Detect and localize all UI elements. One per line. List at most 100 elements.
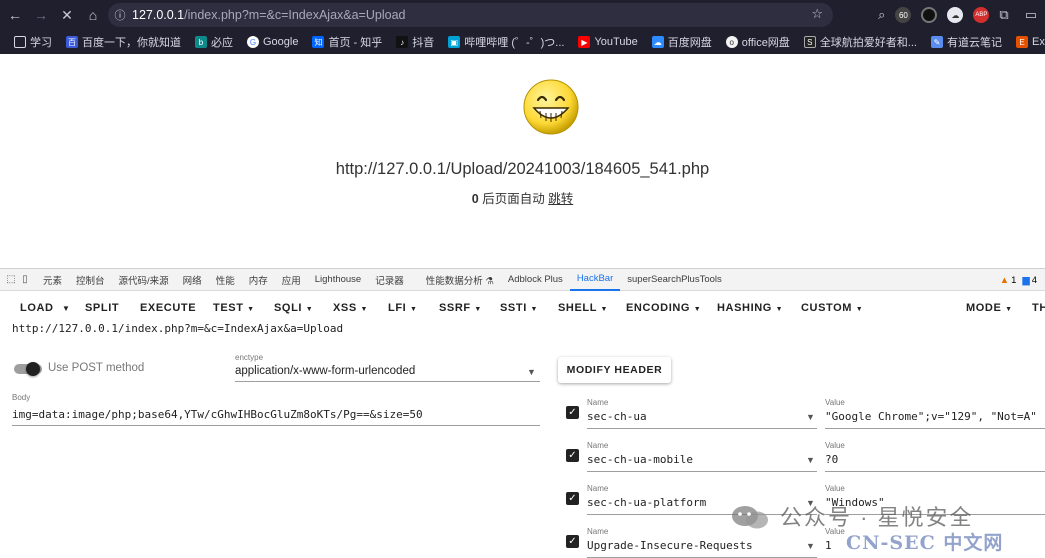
bookmark-item[interactable]: ♪ 抖音: [390, 32, 440, 52]
baidu-pan-icon: ☁: [651, 36, 664, 48]
sqli-menu[interactable]: SQLI ▼: [274, 302, 313, 314]
tab-elements[interactable]: 元素: [36, 269, 69, 291]
header-name-underline: [587, 428, 817, 429]
extension-badge-icon[interactable]: 60: [895, 7, 912, 23]
hashing-menu[interactable]: HASHING ▼: [717, 302, 783, 314]
test-menu[interactable]: TEST ▼: [213, 302, 255, 314]
forward-arrow-icon[interactable]: →: [28, 0, 54, 30]
bookmark-label: 全球航拍爱好者和...: [819, 37, 917, 49]
execute-button[interactable]: EXECUTE: [140, 302, 196, 314]
header-name-input[interactable]: Upgrade-Insecure-Requests: [587, 539, 753, 552]
header-enabled-checkbox[interactable]: ✓: [566, 492, 579, 505]
extensions-puzzle-icon[interactable]: ⧉: [999, 7, 1008, 23]
adblock-plus-icon[interactable]: ABP: [973, 7, 990, 23]
chevron-down-icon[interactable]: ▼: [806, 455, 815, 465]
bookmark-item[interactable]: ▣ 哔哩哔哩 (゜-゜)つ...: [442, 32, 570, 52]
lfi-label: LFI: [388, 302, 407, 314]
header-enabled-checkbox[interactable]: ✓: [566, 535, 579, 548]
load-button[interactable]: LOAD: [20, 302, 54, 314]
tab-memory[interactable]: 内存: [242, 269, 275, 291]
google-icon: G: [247, 36, 259, 48]
header-name-label: Name: [587, 398, 609, 407]
tab-hackbar[interactable]: HackBar: [569, 269, 621, 291]
ssti-menu[interactable]: SSTI ▼: [500, 302, 538, 314]
extension-dark-icon[interactable]: [921, 7, 938, 23]
tab-supersearchplustools[interactable]: superSearchPlusTools: [620, 269, 729, 291]
header-enabled-checkbox[interactable]: ✓: [566, 449, 579, 462]
bookmark-label: office网盘: [741, 37, 790, 49]
devtools-issue-badges[interactable]: ▲ 1 ▆ 4: [1000, 269, 1037, 291]
chevron-down-icon: ▼: [855, 306, 864, 313]
chevron-down-icon[interactable]: ▼: [527, 367, 536, 377]
header-name-input[interactable]: sec-ch-ua-mobile: [587, 453, 693, 466]
site-info-icon[interactable]: ⓘ: [108, 7, 132, 23]
bilibili-icon: ▣: [448, 36, 461, 48]
tab-console[interactable]: 控制台: [69, 269, 112, 291]
chevron-down-icon: ▼: [600, 306, 609, 313]
tab-application[interactable]: 应用: [275, 269, 308, 291]
bookmark-item[interactable]: 知首页 - 知乎: [306, 32, 388, 52]
zoom-icon[interactable]: ⌕: [878, 7, 885, 23]
tab-adblock-plus[interactable]: Adblock Plus: [501, 269, 570, 291]
tab-sources[interactable]: 源代码/来源: [112, 269, 176, 291]
bookmark-item[interactable]: ☁ 百度网盘: [646, 32, 718, 52]
toolbar-extensions: ⌕ 60 ☁ ABP ⧉ ▭: [878, 0, 1037, 30]
bookmark-label: 有道云笔记: [946, 37, 1002, 49]
bookmark-item[interactable]: ✎ 有道云笔记: [925, 32, 1008, 52]
header-name-input[interactable]: sec-ch-ua-platform: [587, 496, 706, 509]
header-name-underline: [587, 471, 817, 472]
body-label: Body: [12, 393, 31, 402]
bookmark-item[interactable]: 学习: [8, 32, 58, 52]
custom-label: CUSTOM: [801, 302, 853, 314]
bookmark-item[interactable]: ▶ YouTube: [572, 32, 643, 52]
use-post-toggle[interactable]: [14, 362, 42, 376]
bookmark-item[interactable]: G Google: [241, 32, 304, 52]
bookmark-star-icon[interactable]: ☆: [811, 6, 823, 22]
custom-menu[interactable]: CUSTOM ▼: [801, 302, 863, 314]
device-toolbar-icon[interactable]: ▯: [18, 269, 32, 291]
hackbar-url-input[interactable]: http://127.0.0.1/index.php?m=&c=IndexAja…: [12, 322, 343, 335]
back-arrow-icon[interactable]: ←: [2, 0, 28, 30]
tab-performance-insights[interactable]: 性能数据分析 ⚗: [419, 269, 501, 291]
home-icon[interactable]: ⌂: [80, 0, 106, 30]
header-enabled-checkbox[interactable]: ✓: [566, 406, 579, 419]
enctype-select[interactable]: application/x-www-form-urlencoded: [235, 365, 415, 377]
header-row: ✓ Name sec-ch-ua ▼ Value "Google Chrome"…: [560, 398, 1045, 441]
bookmark-item[interactable]: b 必应: [189, 32, 239, 52]
shell-label: SHELL: [558, 302, 597, 314]
countdown: 0: [471, 192, 479, 206]
inspect-element-icon[interactable]: ⬚: [4, 269, 18, 291]
load-dropdown-icon[interactable]: ▼: [62, 304, 71, 313]
header-value-input[interactable]: "Google Chrome";v="129", "Not=A": [825, 410, 1037, 423]
split-button[interactable]: SPLIT: [85, 302, 119, 314]
extension-cloud-icon[interactable]: ☁: [947, 7, 964, 23]
bookmark-item[interactable]: 百百度一下，你就知道: [60, 32, 187, 52]
encoding-menu[interactable]: ENCODING ▼: [626, 302, 701, 314]
address-bar[interactable]: ⓘ 127.0.0.1/index.php?m=&c=IndexAjax&a=U…: [108, 3, 833, 27]
theme-menu[interactable]: TH: [1032, 302, 1045, 314]
header-name-input[interactable]: sec-ch-ua: [587, 410, 647, 423]
header-value-input[interactable]: ?0: [825, 453, 838, 466]
tab-recorder[interactable]: 记录器: [368, 269, 411, 291]
shell-menu[interactable]: SHELL ▼: [558, 302, 608, 314]
xss-menu[interactable]: XSS ▼: [333, 302, 368, 314]
redirect-link[interactable]: 跳转: [548, 192, 573, 206]
modify-header-button[interactable]: MODIFY HEADER: [558, 357, 671, 383]
bookmark-item[interactable]: o office网盘: [720, 32, 796, 52]
stop-loading-icon[interactable]: ✕: [54, 0, 80, 30]
body-input[interactable]: img=data:image/php;base64,YTw/cGhwIHBocG…: [12, 408, 423, 421]
tab-lighthouse[interactable]: Lighthouse: [308, 269, 368, 291]
bookmark-item[interactable]: EExploit Database -...: [1010, 32, 1045, 52]
lfi-menu[interactable]: LFI ▼: [388, 302, 417, 314]
side-panel-icon[interactable]: ▭: [1025, 7, 1037, 23]
chevron-down-icon[interactable]: ▼: [806, 412, 815, 422]
ssrf-menu[interactable]: SSRF ▼: [439, 302, 482, 314]
test-label: TEST: [213, 302, 244, 314]
bookmark-item[interactable]: S 全球航拍爱好者和...: [798, 32, 923, 52]
bookmark-label: Exploit Database -...: [1031, 36, 1045, 48]
toggle-knob: [26, 362, 40, 376]
tab-performance[interactable]: 性能: [209, 269, 242, 291]
redirect-notice: 0 后页面自动 跳转: [0, 188, 1045, 207]
tab-network[interactable]: 网络: [176, 269, 209, 291]
mode-menu[interactable]: MODE ▼: [966, 302, 1013, 314]
